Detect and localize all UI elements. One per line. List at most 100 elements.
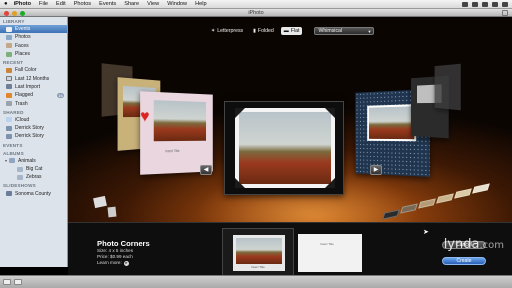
album-icon xyxy=(17,174,23,180)
arrow-right-icon: ➤ xyxy=(123,261,129,266)
apple-menu-icon[interactable]: ● xyxy=(4,1,8,7)
menu-events[interactable]: Events xyxy=(99,1,116,7)
sidebar-item-places[interactable]: Places xyxy=(0,50,67,58)
album-icon xyxy=(17,166,23,172)
sidebar-section-events[interactable]: EVENTS xyxy=(0,141,67,149)
status-icon[interactable] xyxy=(502,1,508,7)
slideshow-icon xyxy=(6,191,12,197)
sidebar-item-label: Animals xyxy=(18,157,36,164)
card-thumbnail-icon[interactable] xyxy=(107,206,117,218)
photo-corner-icon xyxy=(325,178,335,188)
disclosure-triangle-icon[interactable]: ▾ xyxy=(5,158,7,163)
sidebar-item-label: Derrick Story xyxy=(15,125,44,132)
trash-icon xyxy=(6,101,12,107)
sidebar-item-zebras[interactable]: Zebras xyxy=(0,173,67,181)
close-window-icon[interactable] xyxy=(4,10,9,16)
card-caption: Insert Title xyxy=(165,148,180,154)
menu-file[interactable]: File xyxy=(39,1,48,7)
sidebar-item-photos[interactable]: Photos xyxy=(0,33,67,41)
flat-option[interactable]: ▬ Flat xyxy=(280,27,303,35)
thumb-card: Insert Title xyxy=(233,235,285,271)
card-photo xyxy=(239,112,331,184)
status-icon[interactable] xyxy=(462,1,468,7)
photo-corner-icon xyxy=(235,108,245,118)
sidebar-item-sonoma-county[interactable]: Sonoma County xyxy=(0,189,67,197)
sidebar-item-derrick-story-1[interactable]: Derrick Story xyxy=(0,124,67,132)
sidebar-item-derrick-story-2[interactable]: Derrick Story xyxy=(0,132,67,140)
sidebar-item-label: Sonoma County xyxy=(15,190,51,197)
theme-card[interactable] xyxy=(434,63,461,111)
menu-share[interactable]: Share xyxy=(124,1,139,7)
flat-icon: ▬ xyxy=(283,28,289,34)
folded-icon: ▮ xyxy=(253,28,256,34)
photo-corner-icon xyxy=(235,178,245,188)
events-icon xyxy=(6,26,12,32)
sidebar-item-label: Last 12 Months xyxy=(15,75,50,82)
menu-app[interactable]: iPhoto xyxy=(14,1,31,7)
create-button[interactable]: Create xyxy=(442,257,486,265)
iphoto-window: iPhoto LIBRARY Events Photos Faces Place… xyxy=(0,9,512,288)
sidebar-item-icloud[interactable]: iCloud xyxy=(0,116,67,124)
sidebar-item-label: iCloud xyxy=(15,116,30,123)
menu-photos[interactable]: Photos xyxy=(74,1,91,7)
learn-more-link[interactable]: Learn more: ➤ xyxy=(97,260,133,266)
thumb-caption: Insert Title xyxy=(251,265,265,269)
flagged-count-badge: 16 xyxy=(57,92,64,98)
sidebar-item-label: Last Import xyxy=(15,83,41,90)
letterpress-option[interactable]: ✶ Letterpress xyxy=(208,27,246,35)
card-theme-browser: ✶ Letterpress ▮ Folded ▬ Flat Whimsical … xyxy=(68,17,512,222)
status-icon[interactable] xyxy=(482,1,488,7)
event-icon xyxy=(6,67,12,73)
window-controls xyxy=(4,10,25,16)
watermark-brand: lynda xyxy=(443,237,480,252)
star-icon: ✶ xyxy=(211,28,216,34)
gear-icon[interactable] xyxy=(14,279,22,285)
fullscreen-icon[interactable] xyxy=(502,10,508,16)
photo-corners-frame xyxy=(235,108,335,188)
previous-theme-button[interactable]: ◀ xyxy=(200,165,212,175)
sidebar-item-last-import[interactable]: Last Import xyxy=(0,83,67,91)
sidebar-item-last-12-months[interactable]: Last 12 Months xyxy=(0,74,67,82)
sidebar-item-fall-color[interactable]: Fall Color xyxy=(0,66,67,74)
mouse-cursor-icon: ➤ xyxy=(423,229,429,236)
sidebar-item-big-cat[interactable]: Big Cat xyxy=(0,165,67,173)
theme-card[interactable]: ♥ Insert Title xyxy=(140,91,213,175)
menu-edit[interactable]: Edit xyxy=(56,1,66,7)
sidebar-item-faces[interactable]: Faces xyxy=(0,42,67,50)
option-label: Folded xyxy=(257,28,274,34)
option-label: Letterpress xyxy=(217,28,244,34)
menu-window[interactable]: Window xyxy=(167,1,187,7)
minimize-window-icon[interactable] xyxy=(12,10,17,16)
photostream-icon xyxy=(6,125,12,131)
add-icon[interactable] xyxy=(3,279,11,285)
card-front-thumbnail[interactable]: Insert Title xyxy=(222,228,294,276)
selected-theme-card[interactable] xyxy=(224,101,344,195)
sidebar-item-animals[interactable]: ▾ Animals xyxy=(0,157,67,165)
menu-view[interactable]: View xyxy=(147,1,159,7)
card-photo xyxy=(367,104,417,142)
photo-corner-icon xyxy=(325,108,335,118)
thumb-card: Insert Title xyxy=(298,234,362,272)
theme-details: Size: 4 x 5 inches Price: $0.99 each Lea… xyxy=(97,248,133,267)
style-select[interactable]: Whimsical ▼ xyxy=(314,27,375,35)
sidebar-section-slideshows: SLIDESHOWS xyxy=(3,183,36,189)
next-theme-button[interactable]: ▶ xyxy=(370,165,382,175)
photostream-icon xyxy=(6,133,12,139)
zoom-window-icon[interactable] xyxy=(20,10,25,16)
sidebar-item-events[interactable]: Events xyxy=(0,25,67,34)
sidebar-item-flagged[interactable]: Flagged 16 xyxy=(0,91,67,99)
sidebar-item-label: Zebras xyxy=(26,174,42,181)
menu-bar: ● iPhoto File Edit Photos Events Share V… xyxy=(0,0,512,9)
sidebar-item-trash[interactable]: Trash xyxy=(0,99,67,107)
flag-icon xyxy=(6,92,12,98)
places-icon xyxy=(6,51,12,57)
style-select-value: Whimsical xyxy=(318,28,343,34)
folded-option[interactable]: ▮ Folded xyxy=(250,27,277,35)
menu-help[interactable]: Help xyxy=(195,1,207,7)
card-back-thumbnail[interactable]: Insert Title xyxy=(294,228,366,276)
sidebar-item-label: Big Cat xyxy=(26,166,43,172)
status-icon[interactable] xyxy=(492,1,498,7)
status-icon[interactable] xyxy=(472,1,478,7)
sidebar-item-label: Faces xyxy=(15,42,29,49)
sidebar-item-label: Photos xyxy=(15,34,31,41)
